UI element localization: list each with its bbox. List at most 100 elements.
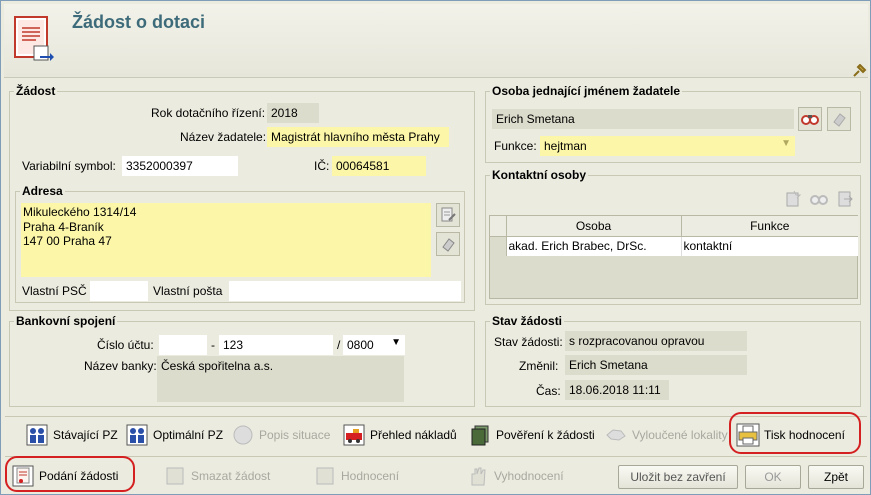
find-contact-button[interactable] [807, 187, 831, 211]
posta-label: Vlastní pošta [153, 284, 223, 298]
ok-button[interactable]: OK [745, 465, 801, 489]
zpet-button[interactable]: Zpět [808, 465, 864, 489]
delete-address-button[interactable] [436, 232, 460, 256]
adresa-line: Praha 4-Braník [23, 219, 104, 234]
osoba-name-field: Erich Smetana [492, 109, 794, 129]
vyloucene-lokality-button[interactable]: Vyloučené lokality [604, 422, 728, 448]
adresa-line: Mikuleckého 1314/14 [23, 205, 137, 219]
evaluation-icon [313, 464, 337, 488]
vyloucene-lokality-label: Vyloučené lokality [632, 428, 728, 442]
cas-field: 18.06.2018 11:11 [565, 380, 669, 400]
optimalni-pz-button[interactable]: Optimální PZ [125, 422, 223, 448]
ic-field[interactable]: 00064581 [332, 156, 426, 176]
map-icon [604, 423, 628, 447]
dialog-window: Žádost o dotaci Žádost Rok dotačního říz… [0, 0, 871, 495]
account-number-field[interactable]: 123 [219, 335, 333, 355]
nazev-label: Název žadatele: [180, 130, 267, 144]
adresa-textarea[interactable]: Mikuleckého 1314/14 Praha 4-Braník 147 0… [21, 203, 431, 277]
stavajici-pz-label: Stávající PZ [53, 428, 118, 442]
rok-field: 2018 [267, 103, 319, 123]
table-cell-osoba: akad. Erich Brabec, DrSc. [506, 236, 682, 256]
kontakt-table: Osoba Funkce akad. Erich Brabec, DrSc. k… [489, 215, 858, 299]
column-header-funkce[interactable]: Funkce [681, 216, 858, 237]
funkce-value: hejtman [544, 139, 587, 153]
optimalni-pz-label: Optimální PZ [153, 428, 224, 442]
bank-code-value: 0800 [347, 338, 374, 352]
document-arrow-icon [838, 191, 853, 207]
dialog-header: Žádost o dotaci [4, 4, 868, 78]
globe-icon [231, 423, 255, 447]
smazat-zadost-button[interactable]: Smazat žádost [163, 463, 270, 489]
chevron-down-icon: ▼ [391, 337, 401, 348]
funkce-label: Funkce: [494, 139, 537, 153]
vyhodnoceni-button[interactable]: Vyhodnocení [466, 463, 564, 489]
povereni-label: Pověření k žádosti [496, 428, 595, 442]
nazev-banky-field: Česká spořitelna a.s. [157, 356, 404, 402]
popis-situace-label: Popis situace [259, 428, 331, 442]
pin-icon[interactable] [852, 63, 868, 78]
vs-field[interactable]: 3352000397 [122, 156, 238, 176]
nazev-banky-label: Název banky: [84, 359, 157, 373]
ulozit-button[interactable]: Uložit bez zavření [618, 465, 738, 489]
dash-label: - [211, 338, 215, 352]
edit-address-button[interactable] [436, 203, 460, 227]
hodnoceni-button[interactable]: Hodnocení [313, 463, 399, 489]
povereni-button[interactable]: Pověření k žádosti [468, 422, 595, 448]
hand-icon [466, 464, 490, 488]
document-icon [14, 16, 54, 64]
highlight-ring [5, 456, 135, 492]
ulozit-label: Uložit bez zavření [630, 470, 726, 484]
stav-legend: Stav žádosti [490, 314, 565, 328]
prehled-nakladu-button[interactable]: Přehled nákladů [342, 422, 457, 448]
table-row[interactable]: akad. Erich Brabec, DrSc. kontaktní [490, 236, 858, 256]
column-header-osoba[interactable]: Osoba [506, 216, 682, 237]
posta-field[interactable] [229, 281, 461, 301]
psc-field[interactable] [90, 281, 148, 301]
psc-label: Vlastní PSČ [22, 284, 87, 298]
delete-document-icon [163, 464, 187, 488]
binoculars-icon [810, 195, 828, 205]
nazev-field[interactable]: Magistrát hlavního města Prahy [267, 127, 449, 147]
find-person-button[interactable] [798, 107, 822, 131]
hodnoceni-label: Hodnocení [341, 469, 400, 483]
stav-label: Stav žádosti: [494, 335, 563, 349]
highlight-ring [729, 412, 861, 454]
funkce-select[interactable]: hejtman ▼ [540, 136, 795, 156]
fire-truck-icon [342, 423, 366, 447]
bank-legend: Bankovní spojení [14, 314, 118, 328]
osoba-legend: Osoba jednající jménem žadatele [490, 84, 683, 98]
vs-label: Variabilní symbol: [22, 159, 116, 173]
add-contact-button[interactable] [781, 187, 805, 211]
eraser-icon [833, 113, 846, 127]
smazat-zadost-label: Smazat žádost [191, 469, 271, 483]
chevron-down-icon: ▼ [781, 138, 791, 149]
toolbar-separator [5, 456, 867, 457]
binoculars-icon [801, 115, 819, 125]
zpet-label: Zpět [823, 470, 848, 484]
documents-icon [468, 423, 492, 447]
table-cell-funkce: kontaktní [683, 239, 733, 254]
adresa-legend: Adresa [20, 184, 65, 198]
kontakt-legend: Kontaktní osoby [490, 168, 589, 182]
people-icon [25, 423, 49, 447]
stavajici-pz-button[interactable]: Stávající PZ [25, 422, 118, 448]
new-document-icon [786, 190, 802, 207]
edit-icon [441, 207, 456, 222]
zmenil-field: Erich Smetana [565, 355, 747, 375]
bank-code-select[interactable]: 0800 ▼ [343, 335, 405, 355]
cas-label: Čas: [536, 384, 561, 398]
account-prefix-field[interactable] [159, 335, 207, 355]
prehled-nakladu-label: Přehled nákladů [370, 428, 457, 442]
rok-label: Rok dotačního řízení: [151, 106, 266, 120]
zadost-legend: Žádost [14, 84, 58, 98]
slash-label: / [337, 338, 341, 352]
page-title: Žádost o dotaci [72, 12, 206, 32]
eraser-icon [442, 238, 455, 252]
vyhodnoceni-label: Vyhodnocení [494, 469, 564, 483]
ok-label: OK [764, 470, 782, 484]
popis-situace-button[interactable]: Popis situace [231, 422, 330, 448]
clear-person-button[interactable] [827, 107, 851, 131]
stav-field: s rozpracovanou opravou [565, 331, 747, 351]
adresa-line: 147 00 Praha 47 [23, 234, 112, 248]
remove-contact-button[interactable] [833, 187, 857, 211]
